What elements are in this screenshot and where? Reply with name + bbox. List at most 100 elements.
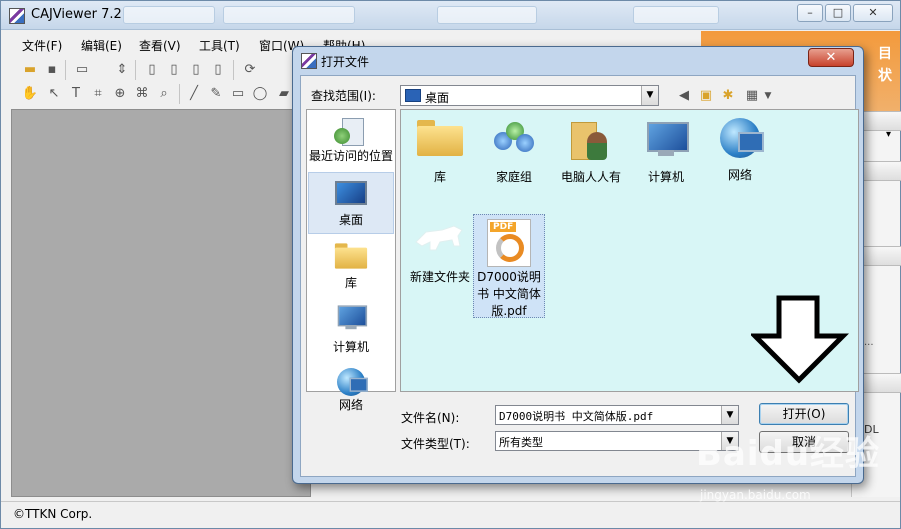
user-folder-icon [571, 118, 611, 162]
menu-tools[interactable]: 工具(T) [199, 37, 240, 54]
print-icon[interactable]: ▭ [73, 61, 91, 79]
app-title: CAJViewer 7.2 [31, 7, 122, 22]
network-icon [720, 118, 764, 158]
ocr-icon[interactable]: ⌘ [133, 85, 151, 103]
more-dots[interactable]: ... [864, 337, 874, 348]
dialog-close-button[interactable]: ✕ [808, 48, 854, 67]
place-network[interactable]: 网络 [308, 362, 394, 412]
open-icon[interactable]: ▬ [21, 61, 39, 79]
lookin-label: 查找范围(I): [311, 89, 376, 103]
file-list-view[interactable]: 库 家庭组 电脑人人有 计算机 网络 新建文件夹 PDF D7000说明书 中文… [400, 109, 859, 392]
place-label: 网络 [338, 398, 363, 412]
pen-icon[interactable]: ✎ [207, 85, 225, 103]
file-item[interactable]: 库 [405, 120, 475, 185]
menu-edit[interactable]: 编辑(E) [81, 37, 122, 54]
dialog-title-bar[interactable]: 打开文件 ✕ [293, 47, 863, 73]
highlight-icon[interactable]: ▰ [275, 85, 293, 103]
place-desktop[interactable]: 桌面 [308, 172, 394, 234]
banner-line: 状 [878, 68, 892, 84]
pdf-file-icon: PDF [487, 219, 531, 267]
chevron-down-icon[interactable]: ▼ [641, 86, 658, 105]
file-item[interactable]: 新建文件夹 [405, 222, 475, 285]
file-item[interactable]: 网络 [705, 118, 775, 183]
library-icon [334, 243, 368, 269]
hand-icon[interactable]: ✋ [21, 85, 39, 103]
menu-file[interactable]: 文件(F) [22, 37, 62, 54]
file-item-selected[interactable]: PDF D7000说明书 中文简体版.pdf [473, 214, 545, 318]
two-page-icon[interactable]: ▯ [187, 61, 205, 79]
cancel-button[interactable]: 取消 [759, 431, 849, 453]
lookin-value: 桌面 [425, 91, 450, 105]
text-select-icon[interactable]: T [67, 85, 85, 103]
filename-input[interactable]: D7000说明书 中文简体版.pdf ▼ [495, 405, 739, 425]
computer-icon [645, 120, 689, 160]
maximize-button[interactable]: □ [825, 4, 851, 22]
filename-label: 文件名(N): [401, 411, 460, 425]
back-icon[interactable]: ◀ [675, 87, 693, 105]
recent-places-icon [334, 116, 368, 150]
banner-line: 目 [878, 46, 892, 62]
line-icon[interactable]: ╱ [185, 85, 203, 103]
lookin-select[interactable]: 桌面 ▼ [400, 85, 659, 106]
scroll-icon[interactable]: ⇕ [113, 61, 131, 79]
blurred-tab [633, 6, 719, 24]
open-file-dialog: 打开文件 ✕ 查找范围(I): 桌面 ▼ ◀ ▣ ✱ ▦ ▼ 最近访问的位置 桌… [292, 46, 864, 484]
close-button[interactable]: ✕ [853, 4, 893, 22]
chevron-down-icon[interactable]: ▼ [759, 87, 777, 105]
main-title-bar[interactable]: CAJViewer 7.2 – □ ✕ [1, 1, 900, 30]
file-item[interactable]: 计算机 [631, 120, 701, 185]
snapshot-icon[interactable]: ⌗ [89, 85, 107, 103]
blurred-tab [223, 6, 355, 24]
library-folder-icon [417, 120, 463, 156]
filetype-select[interactable]: 所有类型 ▼ [495, 431, 739, 451]
toolbar-separator [179, 84, 180, 104]
toolbar-separator [65, 60, 66, 80]
file-label: D7000说明书 中文简体版.pdf [477, 270, 541, 318]
place-library[interactable]: 库 [308, 238, 394, 290]
place-recent[interactable]: 最近访问的位置 [308, 116, 394, 172]
rotate-icon[interactable]: ⟳ [241, 61, 259, 79]
app-icon [301, 53, 317, 69]
toolbar-separator [233, 60, 234, 80]
status-text: ©TTKN Corp. [13, 507, 93, 521]
save-icon[interactable]: ▪ [43, 61, 61, 79]
filetype-value: 所有类型 [499, 436, 543, 449]
file-item[interactable]: 电脑人人有 [551, 118, 631, 185]
chevron-down-icon[interactable]: ▾ [886, 129, 891, 140]
facing-icon[interactable]: ▯ [209, 61, 227, 79]
homegroup-icon [492, 120, 536, 160]
chevron-down-icon[interactable]: ▼ [721, 432, 738, 450]
file-item[interactable]: 家庭组 [479, 120, 549, 185]
place-label: 桌面 [338, 213, 363, 227]
select-arrow-icon[interactable]: ↖ [45, 85, 63, 103]
document-area[interactable] [11, 109, 311, 497]
zoom-icon[interactable]: ⊕ [111, 85, 129, 103]
annotation-arrow-icon [751, 295, 849, 384]
place-label: 计算机 [332, 340, 369, 354]
network-icon [337, 368, 368, 396]
page-icon[interactable]: ▯ [143, 61, 161, 79]
dialog-title: 打开文件 [321, 55, 370, 69]
open-button[interactable]: 打开(O) [759, 403, 849, 425]
toolbar-separator [135, 60, 136, 80]
filetype-label: 文件类型(T): [401, 437, 470, 451]
up-folder-icon[interactable]: ▣ [697, 87, 715, 105]
file-label: 电脑人人有 [560, 170, 621, 184]
rectangle-icon[interactable]: ▭ [229, 85, 247, 103]
ellipse-icon[interactable]: ◯ [251, 85, 269, 103]
continuous-icon[interactable]: ▯ [165, 61, 183, 79]
new-folder-icon[interactable]: ✱ [719, 87, 737, 105]
filename-value: D7000说明书 中文简体版.pdf [499, 410, 654, 423]
status-bar: ©TTKN Corp. [1, 501, 900, 528]
find-icon[interactable]: ⌕ [155, 85, 173, 103]
place-computer[interactable]: 计算机 [308, 298, 394, 354]
file-label: 家庭组 [495, 170, 532, 184]
blurred-tab [437, 6, 537, 24]
blurred-tab [123, 6, 215, 24]
menu-view[interactable]: 查看(V) [139, 37, 181, 54]
desktop-icon [335, 181, 367, 205]
chevron-down-icon[interactable]: ▼ [721, 406, 738, 424]
minimize-button[interactable]: – [797, 4, 823, 22]
folder-icon [412, 222, 468, 252]
place-label: 最近访问的位置 [308, 149, 393, 163]
